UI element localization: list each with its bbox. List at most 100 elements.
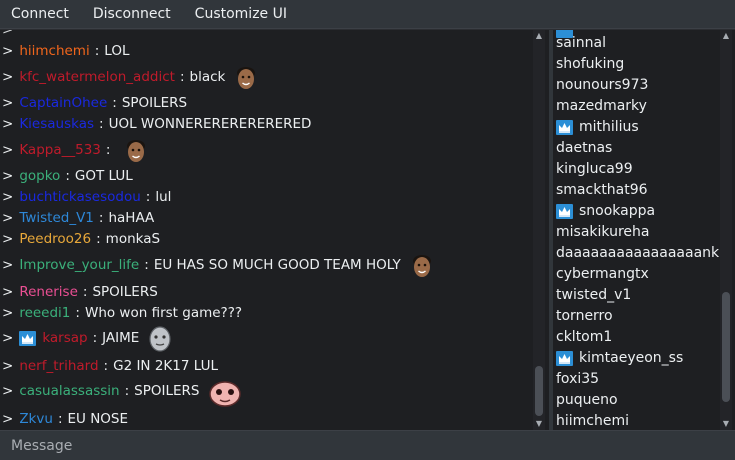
chat-message-list: > ········ > hiimchemi: LOL > kfc_watermelon…: [2, 30, 530, 430]
user-list-item[interactable]: cybermangtx: [556, 264, 649, 285]
user-list-scrollbar[interactable]: ▲ ▼: [720, 30, 732, 430]
customize-ui-menu-item[interactable]: Customize UI: [184, 0, 299, 29]
user-list-item[interactable]: kimtaeyeon_ss: [556, 348, 683, 369]
user-list-panel: ·········· sainnal shofuking nounours973 ma…: [553, 30, 735, 430]
chat-message-text: lul: [155, 189, 172, 205]
user-list-name: puqueno: [556, 392, 618, 408]
chat-username[interactable]: casualassassin: [19, 381, 119, 402]
chat-username[interactable]: Zkvu: [19, 409, 53, 430]
chat-username[interactable]: buchtickasesodou: [19, 187, 140, 208]
user-list-item[interactable]: puqueno: [556, 390, 618, 411]
user-list-name: shofuking: [556, 56, 625, 72]
disconnect-menu-item[interactable]: Disconnect: [82, 0, 183, 29]
chat-message-text: haHAA: [108, 210, 155, 226]
chat-username[interactable]: hiimchemi: [19, 41, 89, 62]
chat-scroll-thumb[interactable]: [535, 366, 543, 416]
chat-username[interactable]: reeedi1: [19, 303, 70, 324]
message-prefix-arrow: >: [2, 69, 14, 85]
message-prefix-arrow: >: [2, 305, 14, 321]
chat-message: > CaptainOhee: SPOILERS: [2, 93, 187, 114]
user-list-scroll-up-arrow[interactable]: ▲: [720, 30, 732, 42]
user-list-scroll-down-arrow[interactable]: ▼: [720, 418, 732, 430]
chat-message-text: SPOILERS: [134, 383, 200, 399]
chat-username[interactable]: nerf_trihard: [19, 356, 98, 377]
message-prefix-arrow: >: [2, 231, 14, 247]
chat-username[interactable]: Twisted_V1: [19, 208, 94, 229]
user-list-name: kingluca99: [556, 161, 633, 177]
chat-scrollbar[interactable]: ▲ ▼: [533, 30, 545, 430]
chat-username[interactable]: gopko: [19, 166, 60, 187]
chat-username[interactable]: CaptainOhee: [19, 93, 107, 114]
message-prefix-arrow: >: [2, 284, 14, 300]
chat-message: > casualassassin: SPOILERS: [2, 380, 242, 407]
chat-message: > Kiesauskas: UOL WONNERERERERERERED: [2, 114, 311, 135]
chat-message: > hiimchemi: LOL: [2, 41, 129, 62]
user-list-name: twisted_v1: [556, 287, 632, 303]
user-list-name: cybermangtx: [556, 266, 649, 282]
chat-message: > reeedi1: Who won first game???: [2, 303, 242, 324]
user-list-name: ckltom1: [556, 329, 613, 345]
user-list-item[interactable]: daaaaaaaaaaaaaaaankn: [556, 243, 728, 264]
user-list-item[interactable]: hiimchemi: [556, 411, 629, 430]
user-list-item[interactable]: misakikureha: [556, 222, 649, 243]
user-list-item[interactable]: snookappa: [556, 201, 655, 222]
user-list-name: daaaaaaaaaaaaaaaankn: [556, 245, 729, 261]
user-list-item[interactable]: mazedmarky: [556, 96, 647, 117]
chat-message: > Twisted_V1: haHAA: [2, 208, 154, 229]
message-separator: :: [65, 168, 70, 184]
chat-message: > gopko: GOT LUL: [2, 166, 133, 187]
message-prefix-arrow: >: [2, 142, 14, 158]
message-prefix-arrow: >: [2, 383, 14, 399]
chat-username[interactable]: Renerise: [19, 282, 78, 303]
chat-username[interactable]: kfc_watermelon_addict: [19, 67, 175, 88]
chat-message: > buchtickasesodou: lul: [2, 187, 171, 208]
face-emote: [233, 64, 259, 92]
chat-username[interactable]: karsap: [42, 328, 87, 349]
user-list-name: hiimchemi: [556, 413, 630, 429]
user-list-item[interactable]: twisted_v1: [556, 285, 631, 306]
message-separator: :: [144, 257, 149, 273]
user-list-item[interactable]: ckltom1: [556, 327, 612, 348]
chat-message-text: EU NOSE: [67, 411, 129, 427]
connect-menu-item[interactable]: Connect: [0, 0, 81, 29]
message-separator: :: [92, 330, 98, 346]
message-prefix-arrow: >: [2, 358, 14, 374]
chat-scroll-down-arrow[interactable]: ▼: [533, 418, 545, 430]
moderator-badge-icon: [556, 351, 573, 366]
user-list-name: sainnal: [556, 35, 606, 51]
user-list-item[interactable]: foxi35: [556, 369, 599, 390]
message-separator: :: [103, 358, 109, 374]
chat-message-text: black: [189, 69, 226, 85]
menu-bar: Connect Disconnect Customize UI: [0, 0, 735, 29]
grey-face-emote: [147, 325, 173, 353]
user-list-item[interactable]: kingluca99: [556, 159, 633, 180]
message-input[interactable]: [0, 431, 735, 460]
chat-username[interactable]: Kiesauskas: [19, 114, 94, 135]
message-prefix-arrow: >: [2, 43, 14, 59]
chat-username[interactable]: Kappa__533: [19, 140, 101, 161]
user-list-scroll-thumb[interactable]: [722, 292, 730, 402]
user-list-name: misakikureha: [556, 224, 650, 240]
moderator-badge-icon: [19, 331, 37, 346]
moderator-badge-icon: [556, 204, 573, 219]
user-list-item[interactable]: mithilius: [556, 117, 639, 138]
chat-message-partial: > ········: [2, 30, 54, 38]
user-list-name: daetnas: [556, 140, 613, 156]
message-prefix-arrow: >: [2, 257, 14, 273]
message-separator: :: [82, 284, 88, 300]
chat-scroll-up-arrow[interactable]: ▲: [533, 30, 545, 42]
message-prefix-arrow: >: [2, 189, 14, 205]
user-list-item[interactable]: sainnal: [556, 33, 606, 54]
user-list-item[interactable]: nounours973: [556, 75, 648, 96]
user-list-name: kimtaeyeon_ss: [579, 350, 684, 366]
chat-message-text: JAIME: [102, 330, 140, 346]
chat-username[interactable]: Peedroo26: [19, 229, 91, 250]
user-list-item[interactable]: daetnas: [556, 138, 612, 159]
message-separator: :: [179, 69, 185, 85]
user-list-item[interactable]: smackthat96: [556, 180, 648, 201]
chat-message-text: G2 IN 2K17 LUL: [113, 358, 218, 374]
chat-username[interactable]: Improve_your_life: [19, 255, 139, 276]
user-list-item[interactable]: tornerro: [556, 306, 613, 327]
message-prefix-arrow: >: [2, 95, 14, 111]
user-list-item[interactable]: shofuking: [556, 54, 624, 75]
